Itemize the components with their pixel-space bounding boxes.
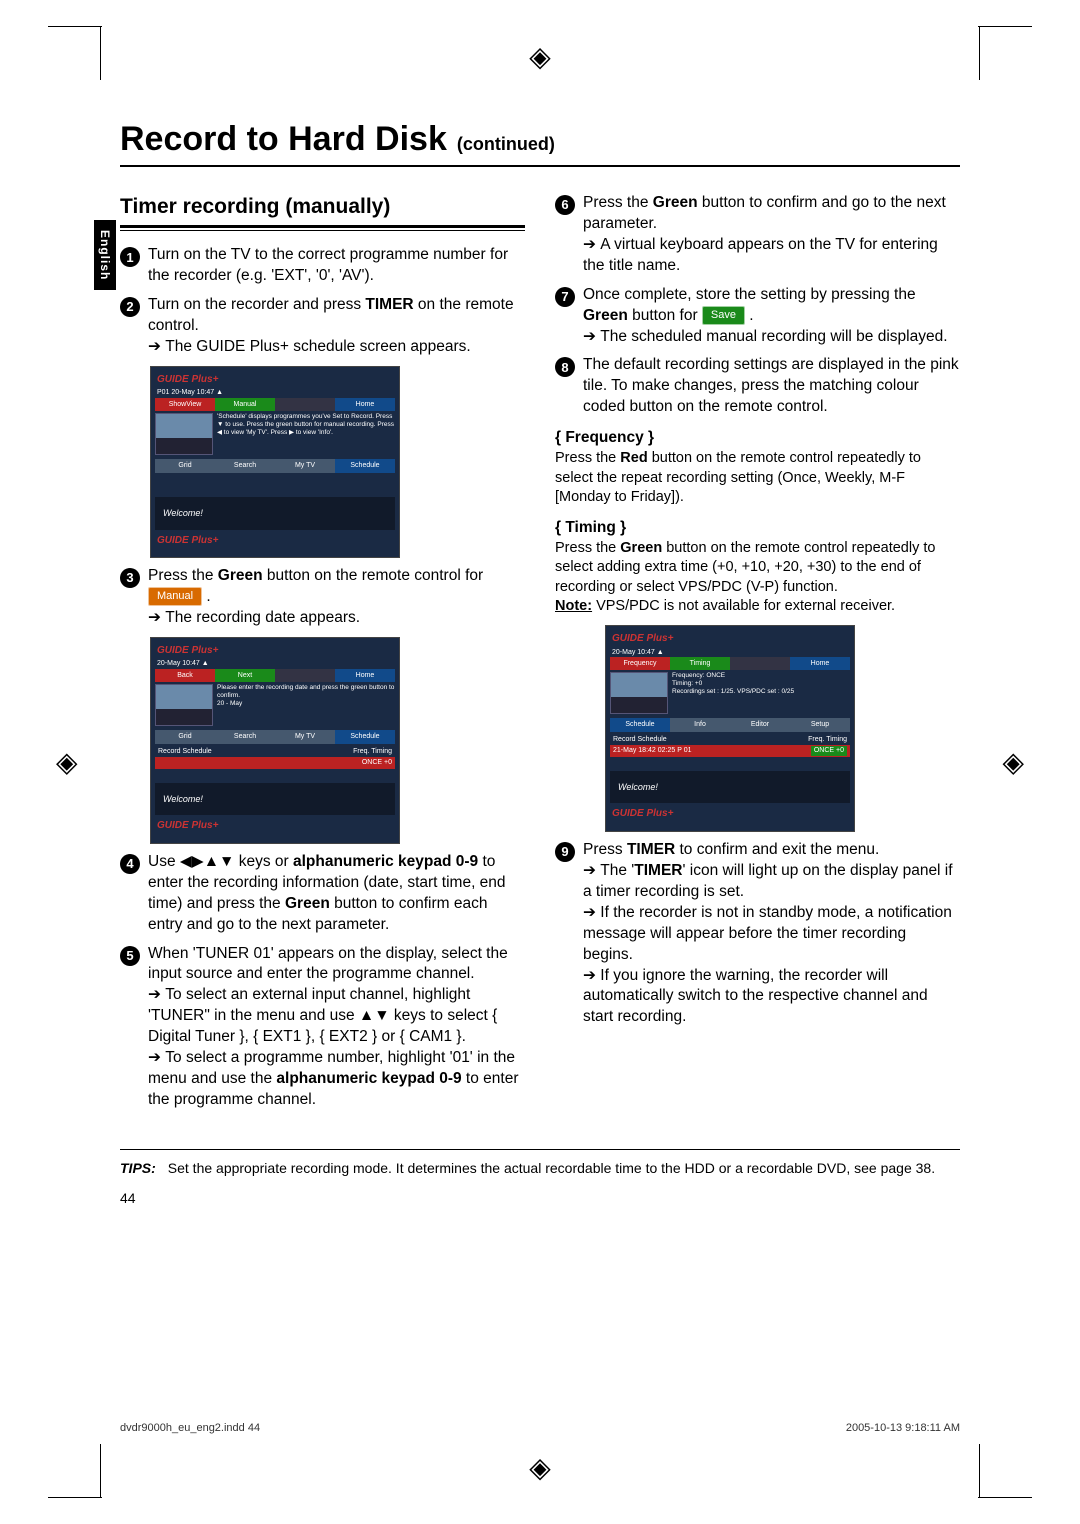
guide-screenshot-2: GUIDE Plus+ 20-May 10:47 ▲ Back Next Hom…: [150, 637, 400, 844]
step-9: 9 Press TIMER to confirm and exit the me…: [555, 840, 960, 1028]
step-number-icon: 1: [120, 247, 140, 267]
title-rule: [120, 165, 960, 167]
step-7: 7 Once complete, store the setting by pr…: [555, 285, 960, 348]
registration-icon: ◈: [529, 1451, 551, 1484]
timing-block: { Timing } Press the Green button on the…: [555, 518, 960, 617]
step-number-icon: 6: [555, 195, 575, 215]
result-arrow-icon: ➔: [583, 328, 600, 345]
frequency-block: { Frequency } Press the Red button on th…: [555, 428, 960, 508]
registration-icon: ◈: [529, 40, 551, 73]
step-2: 2 Turn on the recorder and press TIMER o…: [120, 295, 525, 358]
step-4: 4 Use ◀▶▲▼ keys or alphanumeric keypad 0…: [120, 852, 525, 936]
step-text: Once complete, store the setting by pres…: [583, 285, 960, 348]
result-arrow-icon: ➔: [583, 967, 600, 984]
registration-icon: ◈: [56, 746, 78, 779]
language-tab: English: [94, 220, 116, 290]
save-pill: Save: [702, 306, 745, 325]
thumbnail: [155, 413, 213, 455]
registration-icon: ◈: [1002, 746, 1024, 779]
step-8: 8 The default recording settings are dis…: [555, 355, 960, 418]
step-text: The default recording settings are displ…: [583, 355, 960, 418]
tips-text: Set the appropriate recording mode. It d…: [168, 1160, 935, 1176]
step-text: Press the Green button to confirm and go…: [583, 193, 960, 277]
guide-screenshot-3: GUIDE Plus+ 20-May 10:47 ▲ Frequency Tim…: [605, 625, 855, 832]
step-number-icon: 2: [120, 297, 140, 317]
guide-logo: GUIDE Plus+: [151, 371, 399, 389]
crop-mark: [100, 26, 101, 80]
result-arrow-icon: ➔: [148, 609, 165, 626]
result-arrow-icon: ➔: [583, 236, 600, 253]
step-6: 6 Press the Green button to confirm and …: [555, 193, 960, 277]
heading-rule: [120, 230, 525, 231]
step-text: Press the Green button on the remote con…: [148, 566, 525, 629]
step-text: Use ◀▶▲▼ keys or alphanumeric keypad 0-9…: [148, 852, 525, 936]
step-1: 1 Turn on the TV to the correct programm…: [120, 245, 525, 287]
section-heading: Timer recording (manually): [120, 193, 525, 221]
crop-mark: [48, 1497, 102, 1498]
crop-mark: [48, 26, 102, 27]
crop-mark: [100, 1444, 101, 1498]
crop-mark: [979, 26, 980, 80]
continued-label: (continued): [457, 134, 555, 155]
footer-filename: dvdr9000h_eu_eng2.indd 44: [120, 1422, 260, 1434]
result-arrow-icon: ➔: [148, 1049, 165, 1066]
tips-label: TIPS:: [120, 1160, 156, 1176]
crop-mark: [979, 1444, 980, 1498]
footer-timestamp: 2005-10-13 9:18:11 AM: [846, 1422, 960, 1434]
page-title: Record to Hard Disk: [120, 120, 447, 159]
step-number-icon: 8: [555, 357, 575, 377]
crop-mark: [978, 26, 1032, 27]
step-number-icon: 7: [555, 287, 575, 307]
step-text: Turn on the TV to the correct programme …: [148, 245, 525, 287]
tips-block: TIPS: Set the appropriate recording mode…: [120, 1149, 960, 1176]
step-text: Turn on the recorder and press TIMER on …: [148, 295, 525, 358]
step-number-icon: 3: [120, 568, 140, 588]
step-number-icon: 9: [555, 842, 575, 862]
step-5: 5 When 'TUNER 01' appears on the display…: [120, 944, 525, 1111]
result-arrow-icon: ➔: [583, 862, 600, 879]
result-arrow-icon: ➔: [148, 338, 165, 355]
page-number: 44: [120, 1190, 960, 1206]
manual-pill: Manual: [148, 587, 202, 606]
step-number-icon: 5: [120, 946, 140, 966]
step-3: 3 Press the Green button on the remote c…: [120, 566, 525, 629]
step-number-icon: 4: [120, 854, 140, 874]
step-text: When 'TUNER 01' appears on the display, …: [148, 944, 525, 1111]
heading-rule: [120, 225, 525, 228]
guide-screenshot-1: GUIDE Plus+ P01 20-May 10:47 ▲ ShowView …: [150, 366, 400, 558]
step-text: Press TIMER to confirm and exit the menu…: [583, 840, 960, 1028]
crop-mark: [978, 1497, 1032, 1498]
result-arrow-icon: ➔: [583, 904, 600, 921]
result-arrow-icon: ➔: [148, 986, 165, 1003]
